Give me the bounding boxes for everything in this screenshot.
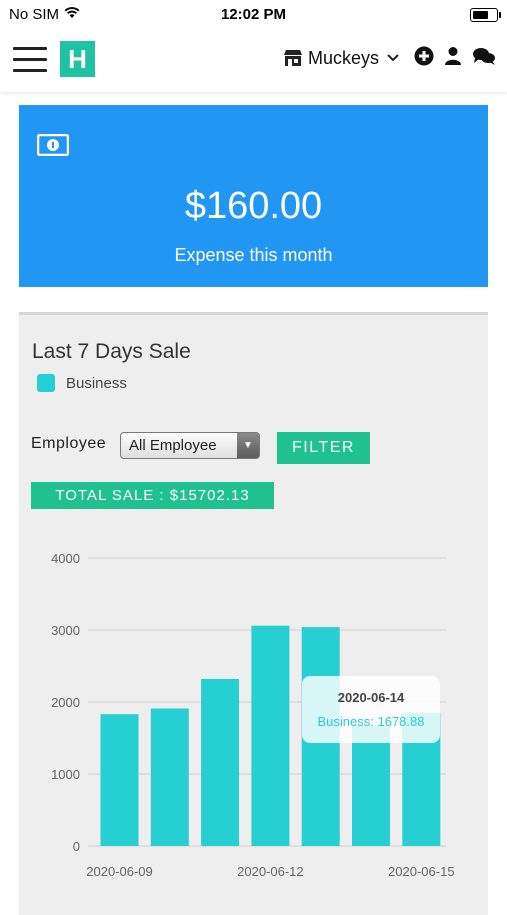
expense-label: Expense this month bbox=[174, 245, 333, 265]
clock: 12:02 PM bbox=[220, 6, 287, 23]
app-logo[interactable]: H bbox=[60, 41, 95, 77]
x-tick-label: 2020-06-15 bbox=[388, 864, 455, 879]
store-icon bbox=[284, 50, 302, 66]
menu-icon[interactable] bbox=[13, 47, 47, 73]
top-navbar: H Muckeys bbox=[0, 30, 507, 92]
bar bbox=[100, 714, 139, 846]
bar bbox=[352, 725, 390, 846]
y-tick-label: 0 bbox=[73, 839, 80, 854]
expense-card[interactable]: $160.00 Expense this month bbox=[19, 105, 488, 287]
status-bar: No SIM 12:02 PM bbox=[0, 0, 507, 30]
store-selector[interactable]: Muckeys bbox=[283, 45, 399, 71]
chat-icon[interactable] bbox=[472, 46, 496, 66]
store-name: Muckeys bbox=[308, 47, 380, 68]
sales-bar-chart: 0 1000 2000 3000 4000 2020-06-09 2020-06-12 202… bbox=[51, 551, 455, 879]
tooltip-value: Business: 1678.88 bbox=[318, 714, 425, 729]
tooltip-title: 2020-06-14 bbox=[338, 690, 405, 705]
bar bbox=[251, 625, 290, 846]
y-tick-label: 1000 bbox=[51, 767, 80, 782]
add-circle-icon[interactable] bbox=[414, 46, 434, 66]
x-tick-label: 2020-06-12 bbox=[237, 864, 304, 879]
bar bbox=[201, 678, 240, 846]
y-tick-label: 2000 bbox=[51, 695, 80, 710]
expense-amount: $160.00 bbox=[184, 185, 323, 227]
user-icon[interactable] bbox=[444, 46, 462, 66]
bar bbox=[150, 708, 189, 846]
chart-tooltip bbox=[302, 676, 440, 743]
chevron-down-icon bbox=[387, 54, 399, 62]
y-tick-label: 3000 bbox=[51, 623, 80, 638]
money-icon bbox=[37, 134, 69, 156]
battery-icon bbox=[470, 8, 501, 22]
x-tick-label: 2020-06-09 bbox=[86, 864, 153, 879]
y-tick-label: 4000 bbox=[51, 551, 80, 566]
sales-card: Last 7 Days Sale Business Employee All E… bbox=[19, 312, 488, 915]
